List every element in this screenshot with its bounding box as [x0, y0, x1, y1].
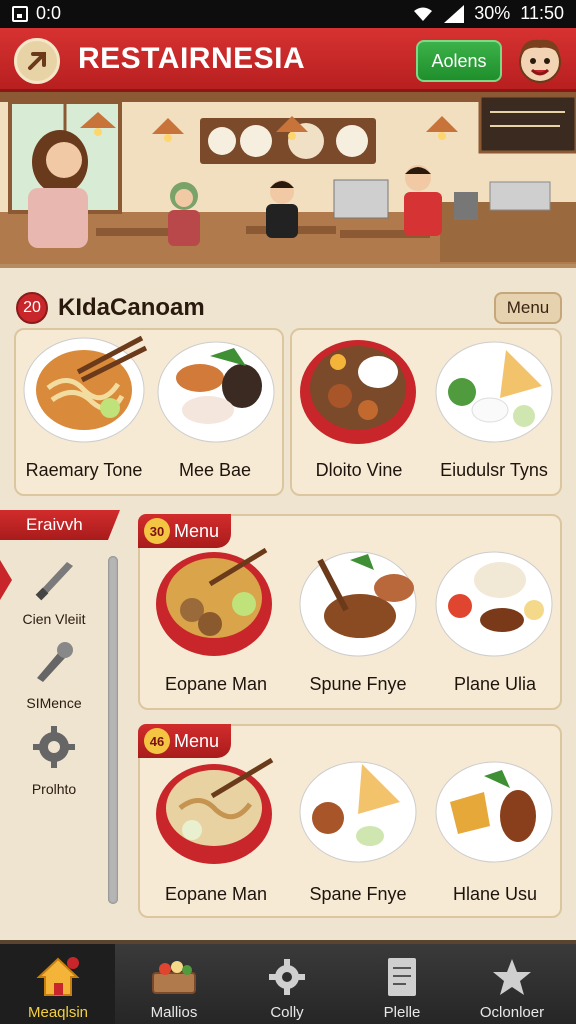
- nav-item-basket[interactable]: Mallios: [124, 954, 224, 1021]
- meat-plate-icon: [157, 341, 275, 443]
- star-icon: [493, 959, 531, 995]
- action-button[interactable]: Aolens: [416, 40, 502, 82]
- food-item[interactable]: Hlane Usu: [430, 752, 560, 912]
- gear-icon: [269, 959, 305, 995]
- rice-plate-icon: [435, 551, 553, 657]
- food-item[interactable]: Dloito Vine: [294, 332, 424, 492]
- crepe-plate-icon: [299, 761, 417, 863]
- food-item[interactable]: Spane Fnye: [290, 752, 426, 912]
- sidebar-tab[interactable]: Eraivvh: [0, 510, 120, 540]
- nav-item-label: Meaqlsin: [27, 1004, 89, 1021]
- food-item[interactable]: Plane Ulia: [430, 540, 560, 704]
- food-caption: Raemary Tone: [25, 460, 143, 480]
- section-number-badge: 20: [16, 292, 48, 324]
- nav-item-home[interactable]: Meaqlsin: [8, 954, 108, 1021]
- document-icon: [388, 958, 416, 996]
- sidebar-item-tools[interactable]: SIMence: [6, 636, 102, 711]
- gear-icon: [33, 726, 75, 768]
- food-caption: Spane Fnye: [309, 884, 407, 904]
- sidebar-item-label: SIMence: [26, 695, 82, 711]
- status-bar: 0:0 30% 11:50: [0, 0, 576, 28]
- nav-item-label: Oclonloer: [479, 1004, 545, 1021]
- panel-tag-label: Menu: [174, 520, 220, 541]
- restaurant-illustration: [0, 92, 576, 264]
- avatar[interactable]: [514, 34, 566, 86]
- food-caption: Dloito Vine: [315, 460, 403, 480]
- knife-icon: [35, 562, 73, 601]
- nav-item-label: Colly: [270, 1004, 304, 1021]
- app-title: RESTAIRNESIA: [78, 42, 306, 75]
- nav-item-settings[interactable]: Colly: [237, 954, 337, 1021]
- back-button[interactable]: [14, 38, 60, 84]
- food-caption: Mee Bae: [178, 460, 252, 480]
- food-item[interactable]: Eiudulsr Tyns: [430, 332, 558, 492]
- signal-icon: [444, 4, 465, 23]
- nav-item-label: Plelle: [383, 1004, 421, 1021]
- nav-item-label: Mallios: [150, 1004, 198, 1021]
- tools-icon: [37, 642, 73, 682]
- food-item[interactable]: Spune Fnye: [290, 540, 426, 704]
- noodle-bowl-icon: [23, 335, 148, 443]
- sidebar-item-label: Prolhto: [31, 781, 77, 797]
- nav-item-documents[interactable]: Plelle: [352, 954, 452, 1021]
- food-caption: Plane Ulia: [453, 674, 537, 694]
- section-title: KIdaCanoam: [58, 294, 205, 321]
- food-item[interactable]: Raemary Tone: [18, 332, 150, 492]
- food-caption: Hlane Usu: [452, 884, 538, 904]
- home-icon: [36, 957, 80, 996]
- food-item[interactable]: Mee Bae: [150, 332, 280, 492]
- sidebar-scrollbar[interactable]: [108, 556, 118, 904]
- status-left-text: 0:0: [36, 3, 62, 23]
- grilled-plate-icon: [299, 551, 417, 657]
- noodle-bowl-icon: [156, 547, 272, 656]
- gallery-icon: [12, 5, 28, 22]
- sidebar-item-settings[interactable]: Prolhto: [6, 722, 102, 797]
- noodle-bowl-icon: [156, 757, 274, 864]
- menu-button[interactable]: Menu: [494, 292, 562, 324]
- rice-bowl-icon: [300, 340, 416, 444]
- battery-percent: 30%: [474, 3, 511, 23]
- panel-number-badge: 46: [144, 728, 170, 754]
- status-time: 11:50: [520, 3, 564, 23]
- app-bar: RESTAIRNESIA Aolens: [0, 28, 576, 92]
- sidebar-item-label: Cien Vleiit: [22, 611, 86, 627]
- section-header: 20 KIdaCanoam: [16, 292, 205, 324]
- wifi-icon: [414, 7, 433, 21]
- food-item[interactable]: Eopane Man: [148, 752, 284, 912]
- food-item[interactable]: Eopane Man: [148, 540, 284, 704]
- food-caption: Spune Fnye: [309, 674, 407, 694]
- crepe-plate-icon: [435, 341, 553, 443]
- basket-icon: [152, 961, 196, 994]
- panel-tag-label: Menu: [174, 730, 220, 751]
- nav-item-favorites[interactable]: Oclonloer: [462, 954, 562, 1021]
- food-caption: Eiudulsr Tyns: [440, 460, 548, 480]
- bottom-navigation: Meaqlsin Mallios Colly Plelle Oclonloer: [0, 940, 576, 1024]
- food-caption: Eopane Man: [164, 884, 268, 904]
- restaurant-banner: [0, 92, 576, 268]
- close-icon: [28, 52, 46, 70]
- food-caption: Eopane Man: [164, 674, 268, 694]
- sidebar-item-knife[interactable]: Cien Vleiit: [6, 552, 102, 627]
- fried-plate-icon: [435, 761, 553, 863]
